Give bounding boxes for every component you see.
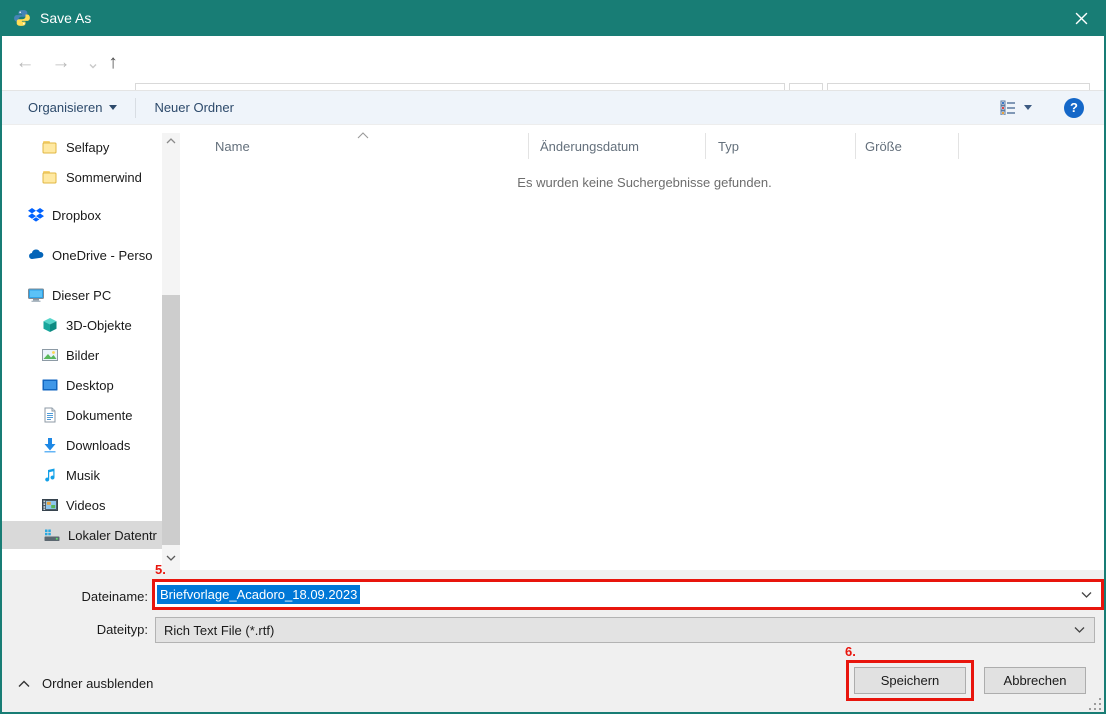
save-button[interactable]: Speichern [854,667,966,694]
annotation-box-filename: Briefvorlage_Acadoro_18.09.2023 [152,579,1104,610]
sidebar-item-label: Videos [66,498,106,513]
filename-label: Dateiname: [0,589,148,604]
dropbox-icon [28,207,44,223]
sidebar-item-label: Dropbox [52,208,101,223]
filename-dropdown-chevron-icon[interactable] [1081,586,1092,604]
sidebar-item-label: Selfapy [66,140,109,155]
save-as-dialog: Save As ← → ↑ « ProjectCenter Projekte S… [0,0,1106,714]
toolbar-divider [135,98,136,118]
scrollbar-thumb[interactable] [162,295,180,545]
column-divider[interactable] [528,133,529,159]
filetype-label: Dateityp: [0,622,148,637]
filetype-dropdown-chevron-icon [1074,621,1085,639]
sidebar-item-videos[interactable]: Videos [0,491,160,519]
film-icon [42,497,58,513]
filename-input[interactable]: Briefvorlage_Acadoro_18.09.2023 [155,582,1101,607]
back-icon[interactable]: ← [12,50,38,76]
sidebar-item-selfapy[interactable]: Selfapy [0,133,160,161]
onedrive-cloud-icon [28,247,44,263]
3d-cube-icon [42,317,58,333]
sort-ascending-icon [357,126,369,144]
resize-grip[interactable] [1089,698,1101,710]
navigation-pane: Selfapy Sommerwind Dropbox OneDrive - Pe… [0,125,185,570]
details-view-icon [1000,100,1017,115]
question-mark-icon: ? [1070,100,1078,115]
sidebar-item-downloads[interactable]: Downloads [0,431,160,459]
column-header-name[interactable]: Name [215,133,250,159]
sidebar-item-musik[interactable]: Musik [0,461,160,489]
annotation-box-save: Speichern [846,660,974,701]
forward-icon[interactable]: → [48,50,74,76]
sidebar-item-label: 3D-Objekte [66,318,132,333]
new-folder-button[interactable]: Neuer Ordner [144,91,243,124]
close-icon [1075,12,1088,25]
sidebar-item-label: OneDrive - Perso [52,248,152,263]
sidebar-item-label: Desktop [66,378,114,393]
pictures-icon [42,347,58,363]
column-header-groesse[interactable]: Größe [865,133,902,159]
scroll-up-icon[interactable] [162,133,180,149]
sidebar-item-label: Lokaler Datentr [68,528,157,543]
download-arrow-icon [42,437,58,453]
folder-icon [42,139,58,155]
sidebar-item-label: Dokumente [66,408,132,423]
local-disk-icon [44,527,60,543]
hide-folders-button[interactable]: Ordner ausblenden [18,676,153,691]
help-button[interactable]: ? [1064,98,1084,118]
computer-monitor-icon [28,287,44,303]
sidebar-item-dropbox[interactable]: Dropbox [0,201,160,229]
chevron-down-icon [109,105,117,110]
organize-label: Organisieren [28,100,102,115]
sidebar-scrollbar[interactable] [162,133,180,570]
sidebar-item-bilder[interactable]: Bilder [0,341,160,369]
organize-button[interactable]: Organisieren [18,91,127,124]
annotation-step-5: 5. [155,562,166,577]
new-folder-label: Neuer Ordner [154,100,233,115]
sidebar-item-lokaler-datentraeger[interactable]: Lokaler Datentr [2,521,162,549]
sidebar-item-label: Downloads [66,438,130,453]
hide-folders-label: Ordner ausblenden [42,676,153,691]
cancel-button[interactable]: Abbrechen [984,667,1086,694]
chevron-down-icon [1024,105,1032,110]
filetype-selected-value: Rich Text File (*.rtf) [164,623,274,638]
filetype-select[interactable]: Rich Text File (*.rtf) [155,617,1095,643]
column-divider[interactable] [855,133,856,159]
navigation-row: ← → ↑ « ProjectCenter Projekte S_2022-1 … [0,36,1106,90]
command-toolbar: Organisieren Neuer Ordner ? [0,90,1106,125]
sidebar-item-dokumente[interactable]: Dokumente [0,401,160,429]
annotation-step-6: 6. [845,644,856,659]
sidebar-item-label: Dieser PC [52,288,111,303]
sidebar-item-label: Bilder [66,348,99,363]
sidebar-item-onedrive[interactable]: OneDrive - Perso [0,241,160,269]
music-note-icon [42,467,58,483]
view-mode-button[interactable] [994,100,1038,115]
sidebar-item-sommerwind[interactable]: Sommerwind [0,163,160,191]
sidebar-item-desktop[interactable]: Desktop [0,371,160,399]
title-bar: Save As [0,0,1106,36]
sidebar-item-label: Sommerwind [66,170,142,185]
sidebar-item-label: Musik [66,468,100,483]
window-title: Save As [40,10,91,26]
desktop-screen-icon [42,377,58,393]
close-button[interactable] [1056,0,1106,36]
up-icon[interactable]: ↑ [100,50,126,76]
python-app-icon [13,9,31,27]
column-header-typ[interactable]: Typ [718,133,739,159]
sidebar-item-dieser-pc[interactable]: Dieser PC [0,281,160,309]
folder-icon [42,169,58,185]
document-icon [42,407,58,423]
window-border [0,0,2,714]
empty-results-message: Es wurden keine Suchergebnisse gefunden. [185,175,1104,190]
filename-selected-text: Briefvorlage_Acadoro_18.09.2023 [157,585,360,604]
column-divider[interactable] [958,133,959,159]
column-divider[interactable] [705,133,706,159]
chevron-up-icon [18,680,30,688]
column-header-aenderungsdatum[interactable]: Änderungsdatum [540,133,639,159]
sidebar-item-3d-objekte[interactable]: 3D-Objekte [0,311,160,339]
file-list-area: Name Änderungsdatum Typ Größe Es wurden … [185,125,1104,570]
